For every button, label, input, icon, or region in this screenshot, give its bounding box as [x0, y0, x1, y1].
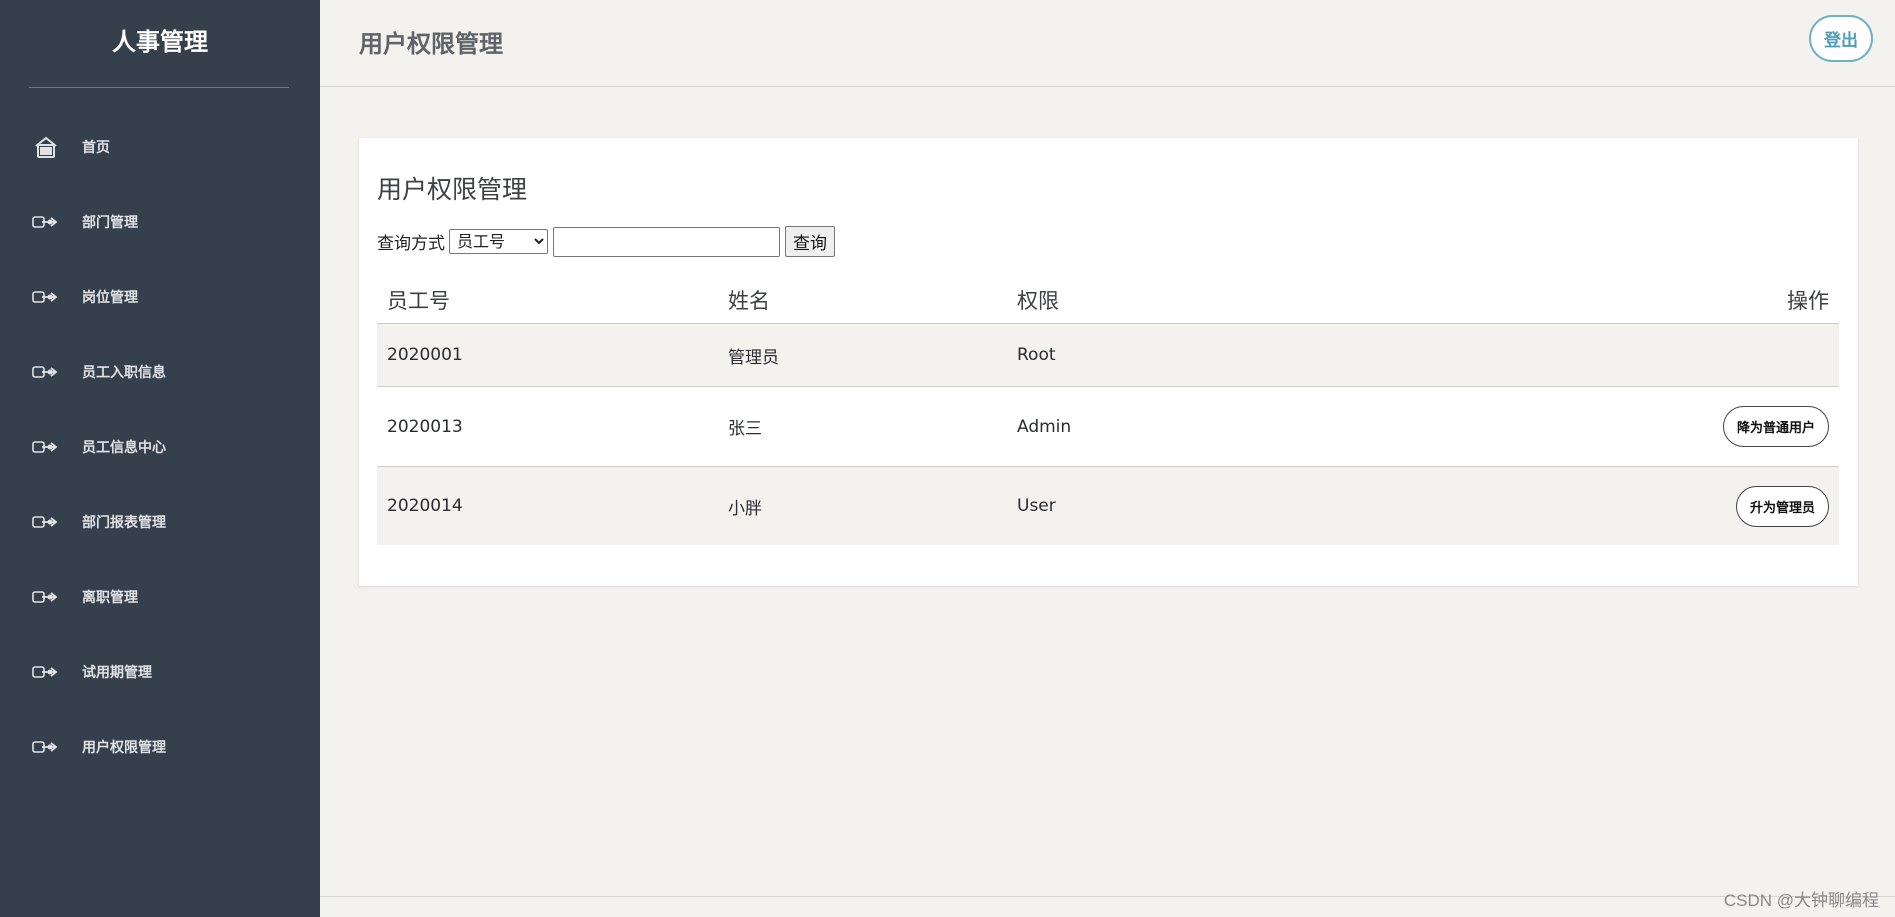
watermark: CSDN @大钟聊编程 [1723, 891, 1879, 910]
cell-permission: User [1017, 496, 1056, 516]
permission-table: 员工号 姓名 权限 操作 2020001 管理员 Root 2020013 张三… [377, 276, 1839, 545]
cell-permission: Admin [1017, 416, 1072, 437]
query-row: 查询方式 员工号 查询 [377, 226, 835, 257]
table-header: 员工号 姓名 权限 操作 [377, 276, 1839, 324]
page-title: 用户权限管理 [359, 30, 503, 58]
logout-button[interactable]: 登出 [1809, 15, 1873, 62]
arrow-right-icon [32, 512, 60, 532]
arrow-right-icon [32, 437, 60, 457]
arrow-right-icon [32, 362, 60, 382]
sidebar-item-label: 岗位管理 [82, 289, 138, 306]
brand-title: 人事管理 [112, 28, 208, 56]
promote-admin-button[interactable]: 升为管理员 [1735, 485, 1829, 527]
sidebar-item-label: 部门管理 [82, 214, 138, 231]
header: 用户权限管理 登出 [320, 0, 1895, 87]
sidebar-item-label: 员工入职信息 [82, 364, 166, 381]
cell-name: 管理员 [728, 347, 779, 368]
header-action: 操作 [1787, 288, 1829, 313]
cell-name: 张三 [728, 419, 762, 439]
cell-employee-id: 2020014 [387, 496, 463, 516]
sidebar-item-label: 首页 [82, 139, 110, 156]
sidebar-item-home[interactable]: 首页 [0, 109, 320, 184]
arrow-right-icon [32, 287, 60, 307]
permission-card: 用户权限管理 查询方式 员工号 查询 员工号 姓名 权限 操作 2020001 … [359, 138, 1858, 586]
sidebar-item-label: 员工信息中心 [82, 439, 166, 456]
sidebar-item-resignation[interactable]: 离职管理 [0, 559, 320, 634]
sidebar-item-position[interactable]: 岗位管理 [0, 259, 320, 334]
sidebar-item-employee-info[interactable]: 员工信息中心 [0, 409, 320, 484]
query-type-select[interactable]: 员工号 [449, 229, 548, 254]
demote-user-button[interactable]: 降为普通用户 [1722, 406, 1829, 447]
footer-divider [320, 896, 1895, 897]
sidebar-item-department[interactable]: 部门管理 [0, 184, 320, 259]
arrow-right-icon [32, 662, 60, 682]
header-employee-id: 员工号 [387, 288, 450, 313]
arrow-right-icon [32, 212, 60, 232]
sidebar-item-onboarding[interactable]: 员工入职信息 [0, 334, 320, 409]
brand-divider [29, 87, 289, 88]
cell-action: 升为管理员 [1317, 485, 1839, 527]
query-label: 查询方式 [377, 234, 445, 254]
sidebar-item-label: 离职管理 [82, 589, 138, 606]
card-title: 用户权限管理 [377, 175, 528, 204]
cell-name: 小胖 [728, 498, 762, 519]
query-button[interactable]: 查询 [785, 226, 835, 257]
sidebar-item-label: 用户权限管理 [82, 739, 166, 756]
sidebar-item-department-report[interactable]: 部门报表管理 [0, 484, 320, 559]
home-icon [32, 136, 60, 158]
sidebar-item-user-permission[interactable]: 用户权限管理 [0, 709, 320, 784]
table-row: 2020001 管理员 Root [377, 324, 1839, 387]
table-row: 2020014 小胖 User 升为管理员 [377, 467, 1839, 545]
arrow-right-icon [32, 587, 60, 607]
header-name: 姓名 [728, 288, 770, 313]
sidebar-nav: 首页 部门管理 岗位管理 员工入职信息 员工信息中心 部门报表管理 离职管理 试… [0, 109, 320, 784]
query-input[interactable] [553, 226, 780, 257]
cell-action: 降为普通用户 [1317, 406, 1839, 447]
sidebar: 人事管理 首页 部门管理 岗位管理 员工入职信息 员工信息中心 部门报表管理 离… [0, 0, 320, 917]
cell-permission: Root [1017, 345, 1056, 365]
sidebar-item-label: 部门报表管理 [82, 514, 166, 531]
arrow-right-icon [32, 737, 60, 757]
cell-employee-id: 2020001 [387, 345, 463, 365]
table-row: 2020013 张三 Admin 降为普通用户 [377, 387, 1839, 467]
header-permission: 权限 [1017, 288, 1059, 313]
cell-employee-id: 2020013 [387, 416, 463, 437]
sidebar-item-label: 试用期管理 [82, 664, 152, 681]
sidebar-item-probation[interactable]: 试用期管理 [0, 634, 320, 709]
